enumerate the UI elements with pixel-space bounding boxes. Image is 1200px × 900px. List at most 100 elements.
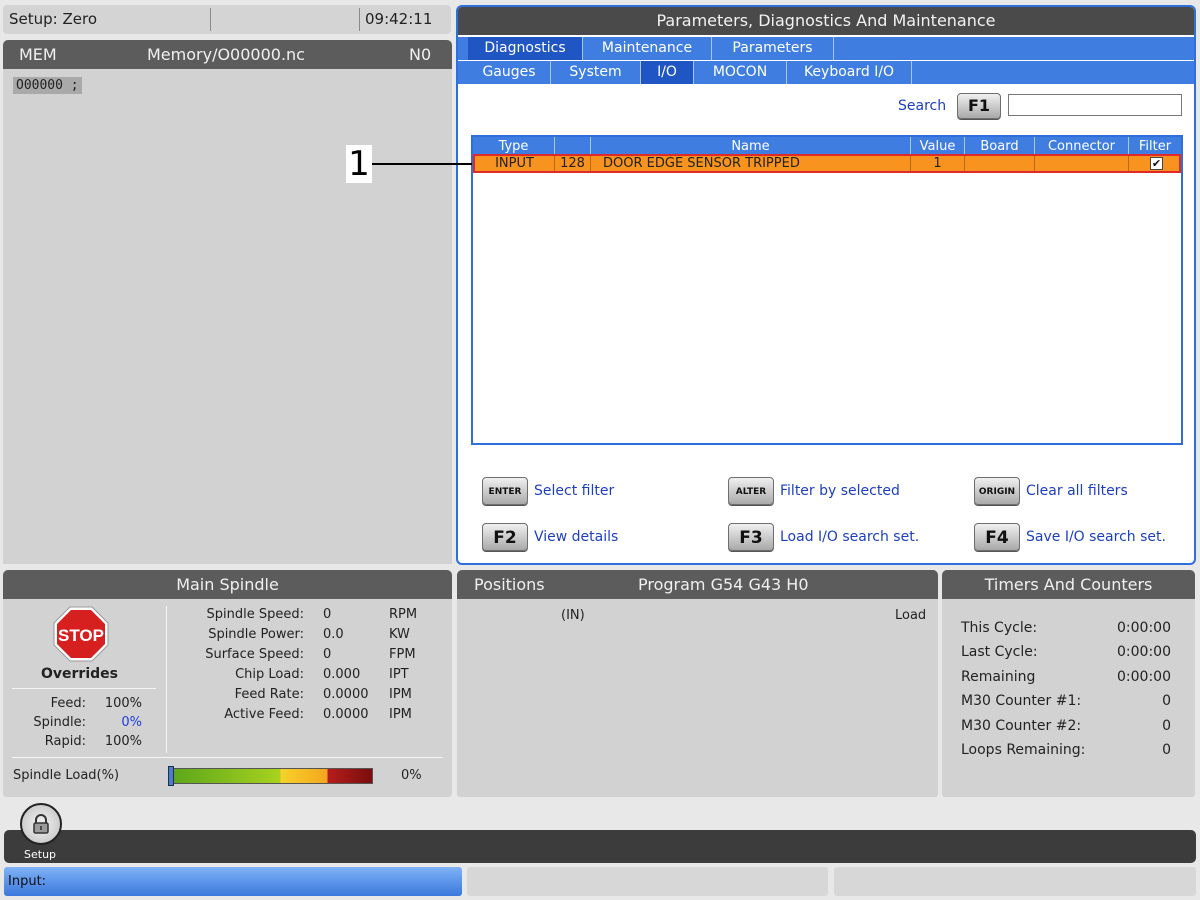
filter-by-selected-hint: Filter by selected	[780, 483, 900, 499]
surface-speed-label: Surface Speed:	[205, 647, 304, 662]
status-bar: Setup: Zero 09:42:11	[3, 5, 451, 34]
feed-rate-label: Feed Rate:	[234, 687, 304, 702]
search-input[interactable]	[1008, 94, 1182, 116]
col-number	[555, 137, 591, 154]
callout-number: 1	[346, 145, 372, 183]
pdm-panel: Parameters, Diagnostics And Maintenance …	[456, 5, 1196, 565]
last-cycle-value: 0:00:00	[1117, 644, 1171, 660]
program-pane[interactable]: MEM Memory/O00000.nc N0 O00000 ;	[3, 40, 452, 564]
spindle-load-value: 0%	[401, 768, 422, 783]
row-connector	[1035, 156, 1129, 171]
last-cycle-label: Last Cycle:	[961, 644, 1038, 660]
spindle-load-bar	[168, 768, 373, 784]
setup-label: Setup	[24, 848, 57, 861]
table-row[interactable]: INPUT 128 DOOR EDGE SENSOR TRIPPED 1 ✔	[473, 154, 1181, 173]
main-spindle-pane: Main Spindle STOP Overrides Feed: 100% S…	[3, 570, 452, 797]
view-details-hint: View details	[534, 529, 619, 545]
surface-speed-value: 0	[323, 647, 332, 662]
callout-line	[372, 163, 472, 165]
main-spindle-title: Main Spindle	[3, 570, 452, 599]
lock-icon	[33, 814, 49, 834]
spindle-load-indicator	[168, 766, 174, 786]
spindle-power-label: Spindle Power:	[208, 627, 304, 642]
message-bar	[467, 867, 828, 896]
search-label: Search	[898, 98, 947, 114]
row-type: INPUT	[475, 156, 555, 171]
f3-key[interactable]: F3	[728, 523, 774, 551]
program-header: MEM Memory/O00000.nc N0	[3, 40, 452, 69]
input-bar[interactable]: Input:	[4, 867, 462, 896]
program-offsets: Program G54 G43 H0	[638, 575, 809, 594]
f1-key[interactable]: F1	[957, 93, 1001, 119]
status-divider	[210, 8, 211, 31]
row-number: 128	[555, 156, 591, 171]
m30-counter-2-value: 0	[1162, 718, 1171, 734]
load-io-search-set-hint: Load I/O search set.	[780, 529, 920, 545]
clear-all-filters-hint: Clear all filters	[1026, 483, 1128, 499]
spindle-divider	[166, 606, 167, 753]
spindle-power-unit: KW	[389, 627, 410, 642]
tab-parameters[interactable]: Parameters	[712, 37, 834, 60]
this-cycle-value: 0:00:00	[1117, 620, 1171, 636]
spindle-override-label: Spindle:	[33, 715, 86, 730]
table-header: Type Name Value Board Connector Filter	[473, 137, 1181, 154]
loops-remaining-value: 0	[1162, 742, 1171, 758]
message-bar	[834, 867, 1196, 896]
tab-keyboard-io[interactable]: Keyboard I/O	[787, 61, 912, 84]
tab-diagnostics[interactable]: Diagnostics	[468, 37, 583, 60]
col-board: Board	[965, 137, 1035, 154]
active-feed-unit: IPM	[389, 707, 412, 722]
positions-header: Positions Program G54 G43 H0	[457, 570, 938, 599]
program-mode: MEM	[19, 45, 57, 64]
sub-tabs: Gauges System I/O MOCON Keyboard I/O	[458, 61, 1194, 84]
spindle-override-value: 0%	[121, 715, 142, 730]
positions-title: Positions	[474, 575, 545, 594]
status-bar-dark	[4, 830, 1196, 863]
stop-icon: STOP	[53, 606, 109, 662]
alter-key[interactable]: ALTER	[728, 477, 774, 505]
col-type: Type	[473, 137, 555, 154]
position-units: (IN)	[561, 608, 585, 623]
col-name: Name	[591, 137, 911, 154]
timers-title: Timers And Counters	[942, 570, 1195, 599]
tab-mocon[interactable]: MOCON	[694, 61, 787, 84]
spindle-load-label: Spindle Load(%)	[13, 768, 120, 783]
save-io-search-set-hint: Save I/O search set.	[1026, 529, 1166, 545]
pdm-title: Parameters, Diagnostics And Maintenance	[458, 7, 1194, 35]
f4-key[interactable]: F4	[974, 523, 1020, 551]
origin-key[interactable]: ORIGIN	[974, 477, 1020, 505]
timers-pane: Timers And Counters This Cycle: 0:00:00 …	[942, 570, 1195, 797]
position-load-label: Load	[895, 608, 927, 623]
row-name: DOOR EDGE SENSOR TRIPPED	[591, 156, 911, 171]
select-filter-hint: Select filter	[534, 483, 615, 499]
col-connector: Connector	[1035, 137, 1129, 154]
f2-key[interactable]: F2	[482, 523, 528, 551]
remaining-label: Remaining	[961, 669, 1036, 685]
enter-key[interactable]: ENTER	[482, 477, 528, 505]
active-feed-value: 0.0000	[323, 707, 369, 722]
tab-gauges[interactable]: Gauges	[468, 61, 551, 84]
overrides-label: Overrides	[41, 666, 118, 682]
feed-rate-unit: IPM	[389, 687, 412, 702]
line-number: N0	[409, 45, 432, 64]
tab-io[interactable]: I/O	[641, 61, 694, 84]
col-filter: Filter	[1138, 139, 1172, 154]
stop-label: STOP	[58, 626, 104, 645]
tab-maintenance[interactable]: Maintenance	[583, 37, 712, 60]
program-code-line[interactable]: O00000 ;	[13, 77, 82, 94]
feed-override-label: Feed:	[50, 696, 86, 711]
setup-mode-text: Setup: Zero	[9, 10, 98, 28]
spindle-speed-value: 0	[323, 607, 332, 622]
col-value: Value	[911, 137, 965, 154]
filter-checkbox[interactable]: ✔	[1150, 157, 1163, 170]
spindle-power-value: 0.0	[323, 627, 344, 642]
status-divider	[359, 8, 360, 31]
row-value: 1	[911, 156, 965, 171]
active-feed-label: Active Feed:	[224, 707, 304, 722]
clock: 09:42:11	[365, 10, 433, 28]
program-filename: Memory/O00000.nc	[147, 45, 305, 64]
main-tabs: Diagnostics Maintenance Parameters	[458, 37, 1194, 60]
spindle-speed-unit: RPM	[389, 607, 418, 622]
m30-counter-1-label: M30 Counter #1:	[961, 693, 1082, 709]
tab-system[interactable]: System	[551, 61, 641, 84]
